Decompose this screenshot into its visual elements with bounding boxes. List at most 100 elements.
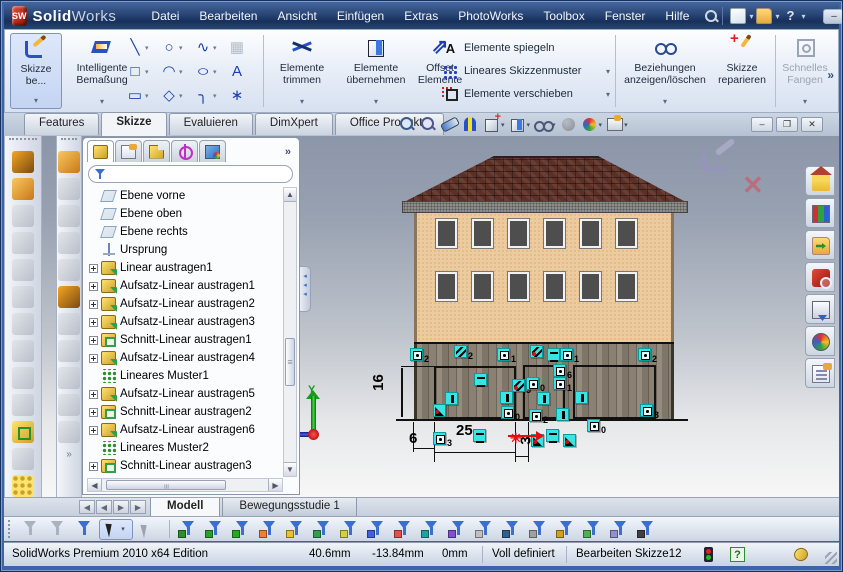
filter-icon[interactable] — [203, 519, 227, 539]
chevron-down-icon[interactable]: » — [57, 449, 81, 460]
sketch-tool-button[interactable]: ∗▾ — [227, 84, 261, 108]
sketch-relation-icon[interactable] — [563, 434, 576, 447]
scroll-thumb[interactable] — [285, 338, 295, 386]
command-tab[interactable]: Evaluieren — [169, 113, 253, 135]
hud-button[interactable]: ▾ — [581, 116, 603, 133]
dropdown-caret-icon[interactable]: ▾ — [179, 92, 183, 100]
expand-toggle[interactable] — [89, 426, 98, 435]
toolbar-icon[interactable] — [12, 448, 34, 470]
taskpane-tab[interactable] — [805, 166, 835, 196]
dropdown-caret-icon[interactable]: ▾ — [599, 121, 603, 129]
command-tab[interactable]: Features — [24, 113, 99, 135]
sketch-relation-icon[interactable]: 1 — [560, 348, 573, 361]
minimize-button[interactable]: – — [823, 9, 843, 24]
toolbar-icon[interactable] — [58, 259, 80, 281]
expand-toggle[interactable] — [89, 282, 98, 291]
sketch-relation-icon[interactable]: 2 — [529, 409, 542, 422]
tag-icon[interactable] — [792, 546, 810, 563]
tree-item[interactable]: Aufsatz-Linear austragen5 — [87, 385, 283, 403]
sketch-tool-button[interactable]: ▦▾ — [227, 36, 261, 60]
dropdown-caret-icon[interactable]: ▾ — [145, 44, 149, 52]
tree-item[interactable]: Aufsatz-Linear austragen3 — [87, 313, 283, 331]
sketch-relation-icon[interactable]: 0 — [587, 419, 600, 432]
select-cursor-button[interactable]: ▾ — [99, 519, 133, 540]
hud-button[interactable]: ▾ — [462, 116, 479, 133]
filter-toggle-icon[interactable] — [18, 519, 42, 539]
new-document-icon[interactable] — [730, 8, 746, 24]
hud-button[interactable]: ▾ — [441, 116, 458, 133]
trim-entities-button[interactable]: Elementetrimmen ▾ — [268, 33, 336, 109]
scroll-up-arrow[interactable]: ▲ — [284, 188, 296, 202]
hud-button[interactable]: ▾ — [399, 116, 416, 133]
dropdown-caret-icon[interactable]: ▾ — [624, 121, 628, 129]
dropdown-caret-icon[interactable]: ▾ — [213, 92, 217, 100]
sketch-relation-icon[interactable]: 2 — [454, 345, 467, 358]
toolbar-icon[interactable] — [12, 313, 34, 335]
mirror-entities-button[interactable]: A Elemente spiegeln — [442, 37, 610, 59]
toolbar-icon[interactable] — [12, 205, 34, 227]
toolbar-icon[interactable] — [58, 286, 80, 308]
taskpane-tab[interactable] — [805, 262, 835, 292]
menu-item[interactable]: Bearbeiten — [190, 6, 266, 26]
toolbar-icon[interactable] — [58, 367, 80, 389]
filter-icon[interactable] — [392, 519, 416, 539]
sketch-tool-button[interactable]: ○▾ — [193, 60, 227, 84]
first-tab-button[interactable]: ◀ — [79, 500, 95, 514]
dropdown-caret-icon[interactable]: ▾ — [145, 92, 149, 100]
sketch-dimension[interactable]: 16 — [370, 374, 387, 391]
dropdown-caret-icon[interactable]: ▾ — [145, 68, 149, 76]
featuremanager-tab[interactable] — [87, 140, 114, 162]
convert-entities-button[interactable]: Elementeübernehmen ▾ — [339, 33, 413, 109]
filter-icon[interactable] — [230, 519, 254, 539]
taskpane-tab[interactable] — [805, 326, 835, 356]
expand-toggle[interactable] — [89, 300, 98, 309]
filter-icon[interactable] — [635, 519, 659, 539]
quick-tips-icon[interactable]: ? — [730, 547, 745, 562]
sketch-tool-button[interactable]: ╲▾ — [125, 36, 159, 60]
toolbar-icon[interactable] — [58, 232, 80, 254]
sketch-relation-icon[interactable]: 3 — [640, 404, 653, 417]
sketch-relation-icon[interactable] — [445, 392, 458, 405]
dropdown-caret-icon[interactable]: ▾ — [501, 121, 505, 129]
doc-minimize-button[interactable]: – — [751, 117, 773, 132]
panel-collapse-handle[interactable]: ◂◂◂ — [300, 266, 311, 312]
select-over-geometry-icon[interactable] — [136, 519, 160, 539]
sketch-relation-icon[interactable] — [474, 373, 487, 386]
toolbar-icon[interactable] — [12, 151, 34, 173]
toolbar-icon[interactable] — [58, 205, 80, 227]
tree-item[interactable]: Schnitt-Linear austragen3 — [87, 457, 283, 475]
tree-item[interactable]: Linear austragen1 — [87, 259, 283, 277]
taskpane-tab[interactable] — [805, 198, 835, 228]
sketch-tool-button[interactable]: ∿▾ — [193, 36, 227, 60]
menu-item[interactable]: Hilfe — [656, 6, 698, 26]
menu-item[interactable]: Einfügen — [328, 6, 393, 26]
tree-item[interactable]: Ebene vorne — [87, 187, 283, 205]
expand-toggle[interactable] — [89, 336, 98, 345]
tree-item[interactable]: Ursprung — [87, 241, 283, 259]
featuremanager-tab[interactable] — [171, 140, 198, 162]
dropdown-caret-icon[interactable]: ▾ — [527, 121, 531, 129]
scroll-down-arrow[interactable]: ▼ — [284, 462, 296, 476]
toolbar-icon[interactable] — [12, 421, 34, 443]
sketch-relation-icon[interactable]: 1 — [553, 377, 566, 390]
scroll-right-arrow[interactable]: ▶ — [268, 479, 282, 491]
sketch-tool-button[interactable]: □▾ — [125, 60, 159, 84]
display-delete-relations-button[interactable]: Beziehungenanzeigen/löschen ▾ — [621, 33, 709, 109]
repair-sketch-button[interactable]: Skizzereparieren — [713, 33, 771, 109]
menu-item[interactable]: Extras — [395, 6, 447, 26]
sketch-line[interactable] — [401, 366, 434, 367]
filter-icon[interactable] — [311, 519, 335, 539]
dropdown-caret-icon[interactable]: ▾ — [179, 44, 183, 52]
toolbar-icon[interactable] — [12, 475, 34, 497]
expand-toggle[interactable] — [89, 462, 98, 471]
sketch-dimension[interactable]: 6 — [409, 430, 417, 447]
filter-icon[interactable] — [365, 519, 389, 539]
filter-icon[interactable] — [500, 519, 524, 539]
sketch-relation-icon[interactable] — [530, 345, 543, 358]
hud-button[interactable]: ▾ — [560, 116, 577, 133]
hud-button[interactable]: ▾ — [509, 116, 531, 133]
toolbar-icon[interactable] — [12, 340, 34, 362]
ribbon-overflow-button[interactable]: » — [827, 68, 834, 82]
next-tab-button[interactable]: ▶ — [113, 500, 129, 514]
filter-icon[interactable] — [176, 519, 200, 539]
